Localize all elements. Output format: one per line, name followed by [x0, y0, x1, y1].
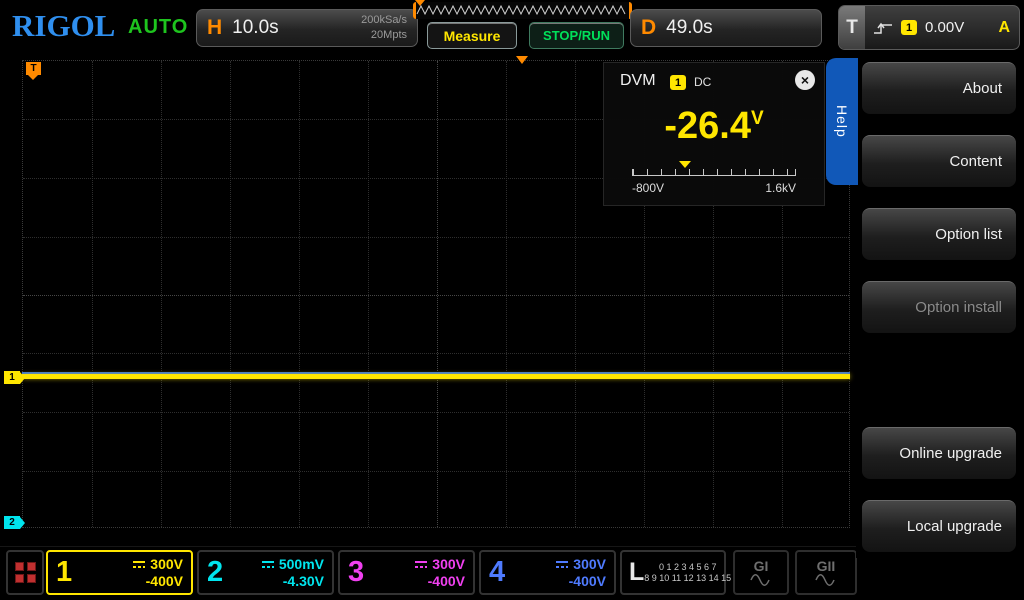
- horizontal-timebase-box[interactable]: H 10.0s 200kSa/s 20Mpts: [196, 9, 418, 47]
- delay-value: 49.0s: [666, 17, 712, 39]
- trigger-position-marker[interactable]: [516, 56, 528, 64]
- dvm-title: DVM: [620, 72, 656, 90]
- acquisition-mode-indicator: AUTO: [128, 16, 188, 39]
- channel1-offset: -400V: [84, 573, 183, 590]
- trigger-label: T: [839, 6, 865, 49]
- channel1-trace: [22, 374, 850, 379]
- gridline: [23, 471, 849, 472]
- sample-rate-info: 200kSa/s 20Mpts: [361, 13, 407, 43]
- trigger-source-badge: 1: [901, 20, 917, 35]
- dvm-scale-min: -800V: [632, 181, 664, 195]
- logic-label: L: [629, 558, 644, 587]
- gridline: [92, 61, 93, 527]
- logic-channel-numbers: 0 1 2 3 4 5 6 7 8 9 10 11 12 13 14 15: [644, 562, 731, 584]
- channel4-status-block[interactable]: 4 300V -400V: [479, 550, 616, 595]
- gridline-center-vertical: [437, 61, 438, 527]
- sidebar-item-content[interactable]: Content: [862, 135, 1016, 187]
- dvm-scale-pointer-icon: [679, 161, 691, 168]
- sidebar-item-option-list[interactable]: Option list: [862, 208, 1016, 260]
- menu-sidebar: About Content Option list Option install…: [856, 55, 1024, 558]
- channel2-status-block[interactable]: 2 500mV -4.30V: [197, 550, 334, 595]
- channel3-scale: 300V: [432, 556, 465, 573]
- gridline: [575, 61, 576, 527]
- generator2-block[interactable]: GII: [795, 550, 857, 595]
- measure-button[interactable]: Measure: [427, 22, 517, 49]
- sidebar-item-online-upgrade[interactable]: Online upgrade: [862, 427, 1016, 479]
- dvm-unit: V: [751, 108, 764, 129]
- channel3-number: 3: [348, 556, 376, 589]
- dc-coupling-icon: [555, 559, 569, 569]
- channel1-status-block[interactable]: 1 300V -400V: [46, 550, 193, 595]
- sidebar-item-option-install: Option install: [862, 281, 1016, 333]
- gridline: [23, 237, 849, 238]
- sidebar-item-about[interactable]: About: [862, 62, 1016, 114]
- gridline-center-horizontal: [23, 295, 849, 296]
- sine-wave-icon: [749, 573, 773, 586]
- rigol-logo: RIGOL: [12, 8, 115, 44]
- gridline: [506, 61, 507, 527]
- channel1-scale: 300V: [150, 556, 183, 573]
- oscilloscope-screen: RIGOL AUTO H 10.0s 200kSa/s 20Mpts Measu…: [0, 0, 1024, 600]
- channel3-status-block[interactable]: 3 300V -400V: [338, 550, 475, 595]
- menu-grid-icon: [15, 562, 36, 583]
- logic-channels-block[interactable]: L 0 1 2 3 4 5 6 7 8 9 10 11 12 13 14 15: [620, 550, 726, 595]
- delay-box[interactable]: D 49.0s: [630, 9, 822, 47]
- dvm-reading: -26.4V: [604, 105, 824, 148]
- gridline: [23, 412, 849, 413]
- channel4-number: 4: [489, 556, 517, 589]
- sine-wave-icon: [814, 573, 838, 586]
- gridline: [23, 353, 849, 354]
- channel1-position-marker[interactable]: 1: [4, 371, 20, 384]
- channel2-number: 2: [207, 556, 235, 589]
- timebase-value: 10.0s: [232, 17, 278, 39]
- waveform-overview-strip[interactable]: [413, 2, 632, 19]
- dc-coupling-icon: [132, 559, 146, 569]
- channel1-number: 1: [56, 556, 84, 589]
- gridline: [368, 61, 369, 527]
- dvm-popup: DVM 1 DC × -26.4V -800V 1.6kV: [603, 62, 825, 206]
- overview-trigger-position-icon: [415, 0, 425, 6]
- dvm-coupling-mode: DC: [694, 75, 711, 89]
- generator2-label: GII: [817, 559, 836, 573]
- channel3-offset: -400V: [376, 573, 465, 590]
- trigger-sweep-mode: A: [998, 19, 1010, 37]
- dc-coupling-icon: [261, 559, 275, 569]
- generator1-label: GI: [754, 559, 769, 573]
- close-icon[interactable]: ×: [795, 70, 815, 90]
- channel2-scale: 500mV: [279, 556, 324, 573]
- horizontal-label: H: [207, 16, 222, 40]
- generator1-block[interactable]: GI: [733, 550, 789, 595]
- dvm-scale-ruler: [632, 169, 796, 176]
- channel4-scale: 300V: [573, 556, 606, 573]
- stop-run-button[interactable]: STOP/RUN: [529, 22, 624, 49]
- gridline: [161, 61, 162, 527]
- trigger-level-value: 0.00V: [925, 19, 964, 36]
- channel2-offset: -4.30V: [235, 573, 324, 590]
- main-menu-button[interactable]: [6, 550, 44, 595]
- gridline: [299, 61, 300, 527]
- trigger-edge-icon: [872, 19, 896, 37]
- gridline: [230, 61, 231, 527]
- channel4-offset: -400V: [517, 573, 606, 590]
- trigger-status-box[interactable]: T 1 0.00V A: [838, 5, 1020, 50]
- dvm-source-badge: 1: [670, 75, 686, 90]
- channel2-position-marker[interactable]: 2: [4, 516, 20, 529]
- trigger-level-marker[interactable]: T: [26, 62, 41, 75]
- dvm-scale-max: 1.6kV: [765, 181, 796, 195]
- help-tab[interactable]: Help: [826, 58, 858, 185]
- overview-zigzag-icon: [413, 2, 632, 19]
- dc-coupling-icon: [414, 559, 428, 569]
- delay-label: D: [641, 16, 656, 40]
- sidebar-item-local-upgrade[interactable]: Local upgrade: [862, 500, 1016, 552]
